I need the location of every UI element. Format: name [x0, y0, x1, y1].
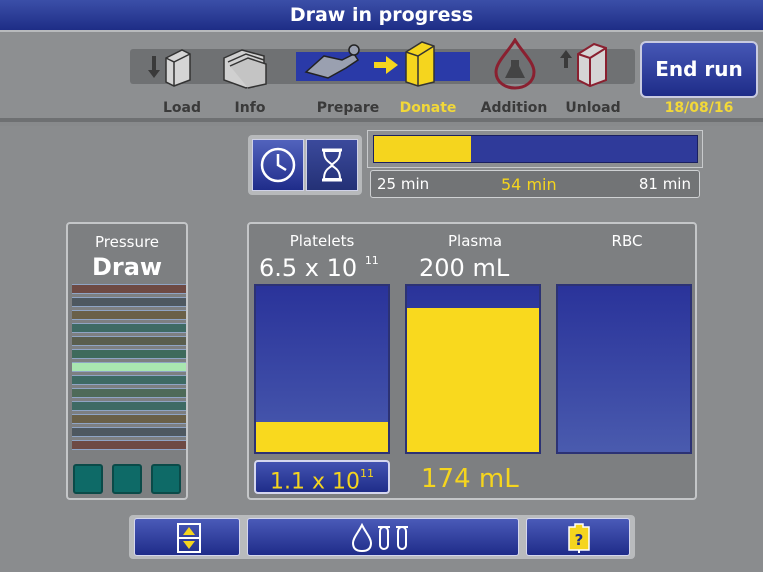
scroll-up-down-icon	[177, 523, 201, 553]
scroll-button[interactable]	[134, 518, 240, 556]
progress-fill	[374, 136, 471, 162]
pressure-level-bar	[72, 414, 186, 424]
pressure-mode: Draw	[91, 253, 163, 281]
procedure-steps-bar: Load Info Prepare Donate Addition Unload…	[0, 30, 763, 122]
donate-machine-icon	[405, 41, 435, 87]
progress-track	[373, 135, 698, 163]
pressure-level-bar	[72, 349, 186, 359]
plasma-target: 200 mL	[419, 254, 510, 282]
kit-load-icon	[148, 49, 191, 87]
platelets-collected-base: 1.1 x 10	[270, 469, 360, 495]
pressure-level-bar	[72, 284, 186, 294]
platelets-target-base: 6.5 x 10	[259, 254, 358, 282]
rbc-label: RBC	[611, 232, 643, 250]
hourglass-icon	[322, 148, 342, 182]
svg-text:?: ?	[575, 531, 584, 549]
time-current: 54 min	[501, 175, 557, 194]
pressure-level-bar	[72, 388, 186, 398]
pressure-indicator-2	[112, 464, 142, 494]
drop-and-tubes-icon	[351, 523, 408, 553]
pressure-panel: Pressure Draw	[66, 222, 188, 500]
hourglass-button[interactable]	[306, 139, 358, 191]
end-run-button[interactable]: End run	[640, 41, 758, 98]
help-bag-icon: ?	[568, 523, 590, 553]
pressure-gauge	[72, 284, 186, 454]
run-date: 18/08/16	[664, 100, 734, 116]
time-end: 81 min	[638, 175, 691, 193]
platelets-collected-button[interactable]: 1.1 x 1011	[254, 460, 390, 494]
bottom-toolbar: ?	[129, 515, 635, 559]
main-panel: 25 min 54 min 81 min Pressure Draw Plate…	[0, 126, 763, 572]
time-labels: 25 min 54 min 81 min	[370, 170, 700, 198]
clock-icon	[260, 147, 296, 183]
pressure-level-bar	[72, 336, 186, 346]
pressure-level-bar	[72, 297, 186, 307]
pressure-indicator-1	[73, 464, 103, 494]
plasma-tank	[405, 284, 541, 454]
pressure-level-bar	[72, 401, 186, 411]
step-label-info: Info	[234, 100, 266, 116]
folder-icon	[223, 49, 267, 89]
step-label-unload: Unload	[565, 100, 621, 116]
plasma-collected: 174 mL	[421, 464, 519, 494]
pressure-level-bar	[72, 427, 186, 437]
platelets-target-exp: 11	[364, 254, 379, 267]
platelets-label: Platelets	[289, 232, 355, 250]
pressure-level-bar	[72, 323, 186, 333]
clock-button[interactable]	[252, 139, 304, 191]
step-label-addition: Addition	[480, 100, 548, 116]
help-button[interactable]: ?	[526, 518, 630, 556]
pressure-indicator-3	[151, 464, 181, 494]
flow-arrow-icon	[374, 56, 398, 74]
plasma-label: Plasma	[447, 232, 503, 250]
timer-mode-group	[248, 135, 362, 195]
fluids-button[interactable]	[247, 518, 519, 556]
pressure-level-bar	[72, 375, 186, 385]
pressure-level-bar	[72, 440, 186, 450]
platelets-target: 6.5 x 10 11	[259, 254, 379, 282]
pressure-level-bar	[72, 310, 186, 320]
platelets-tank	[254, 284, 390, 454]
plasma-fill	[407, 307, 539, 452]
rbc-tank	[556, 284, 692, 454]
pressure-level-bar	[72, 362, 186, 372]
time-start: 25 min	[377, 175, 430, 193]
pressure-label: Pressure	[94, 233, 160, 251]
step-label-donate: Donate	[399, 100, 457, 116]
platelets-fill	[256, 422, 388, 452]
window-title: Draw in progress	[0, 0, 763, 30]
donor-icon	[304, 44, 360, 79]
step-label-prepare: Prepare	[316, 100, 380, 116]
kit-unload-icon	[560, 42, 607, 88]
procedure-progress	[367, 130, 703, 168]
platelets-collected-exp: 11	[360, 467, 374, 480]
products-panel: Platelets Plasma RBC 6.5 x 10 11 200 mL …	[247, 222, 697, 500]
flask-drop-icon	[494, 38, 536, 90]
